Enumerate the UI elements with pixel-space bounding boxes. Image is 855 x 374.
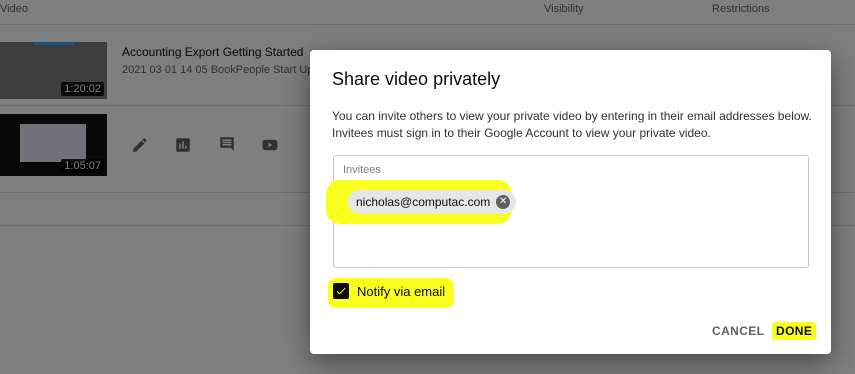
remove-chip-icon[interactable]: ✕ — [496, 195, 511, 209]
dialog-title: Share video privately — [332, 69, 501, 89]
cancel-button[interactable]: CANCEL — [708, 322, 768, 340]
invitees-label: Invitees — [343, 164, 381, 176]
notify-checkbox-row[interactable]: Notify via email — [333, 283, 445, 299]
notify-label[interactable]: Notify via email — [357, 284, 445, 299]
invitee-email: nicholas@computac.com — [356, 195, 491, 209]
share-video-dialog: Share video privately You can invite oth… — [310, 50, 831, 354]
checkmark-icon — [336, 287, 346, 295]
dialog-description: You can invite others to view your priva… — [332, 109, 812, 140]
invitees-field[interactable]: Invitees nicholas@computac.com ✕ — [326, 155, 809, 268]
notify-checkbox[interactable] — [333, 283, 349, 299]
done-button[interactable]: DONE — [772, 322, 817, 340]
invitee-chip[interactable]: nicholas@computac.com ✕ — [348, 190, 517, 214]
